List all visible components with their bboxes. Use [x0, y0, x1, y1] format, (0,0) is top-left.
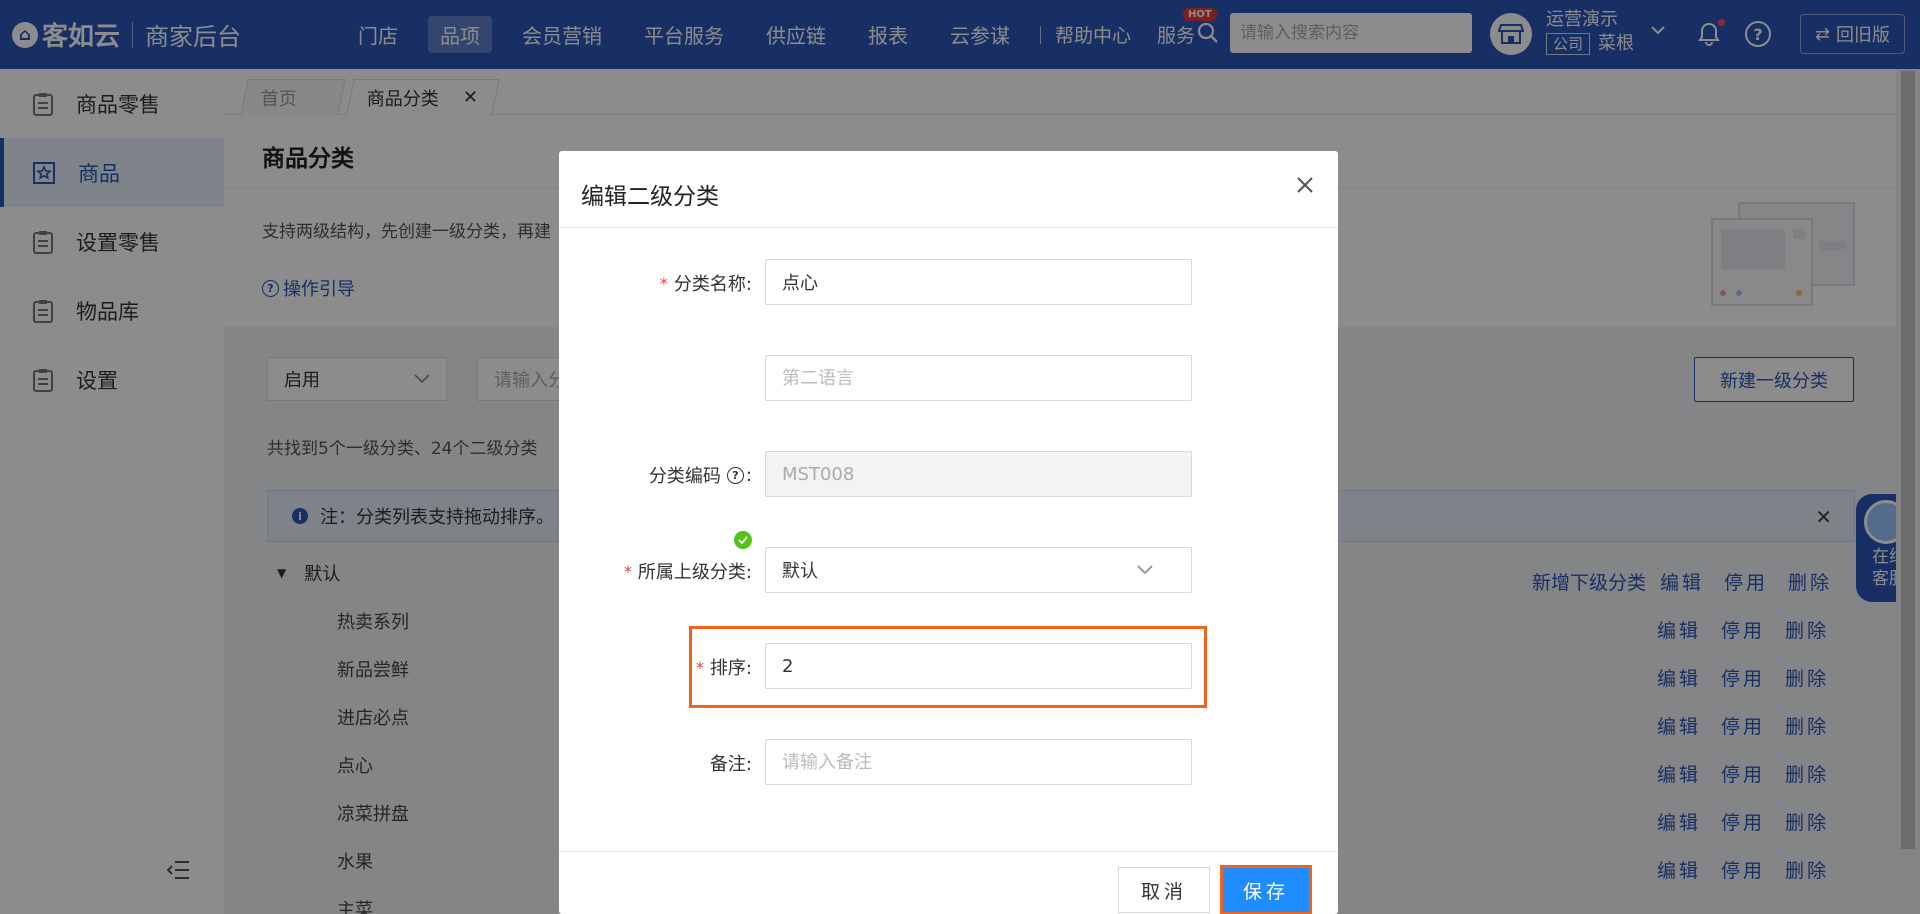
- edit-subcategory-dialog: 编辑二级分类 *分类名称: 分类编码?: *所属上级分类: 默认 *排序: 备注…: [559, 151, 1338, 914]
- parent-category-select[interactable]: 默认: [765, 547, 1192, 593]
- field-label-text: 分类名称:: [673, 274, 752, 295]
- close-icon[interactable]: [1295, 175, 1315, 195]
- second-language-input[interactable]: [765, 355, 1192, 401]
- dialog-title: 编辑二级分类: [581, 184, 719, 210]
- cancel-button[interactable]: 取消: [1118, 867, 1210, 913]
- field-label: 分类编码?:: [649, 462, 752, 488]
- category-name-input[interactable]: [765, 259, 1192, 305]
- parent-category-value: 默认: [782, 561, 818, 582]
- dialog-header-divider: [559, 227, 1338, 228]
- form-row-second-language: [559, 355, 1338, 401]
- highlight-box: [689, 626, 1207, 708]
- check-circle-icon: [734, 531, 752, 549]
- required-mark: *: [623, 561, 632, 581]
- field-label-text: 备注:: [709, 754, 752, 775]
- field-label-text: 所属上级分类:: [637, 562, 752, 583]
- question-circle-icon[interactable]: ?: [726, 466, 744, 484]
- required-mark: *: [659, 273, 668, 293]
- form-row-parent: * 所属上级分类: 默认: [559, 531, 1338, 593]
- dialog-footer-divider: [559, 851, 1338, 852]
- save-button[interactable]: 保存: [1220, 865, 1312, 914]
- category-code-input: [765, 451, 1192, 497]
- form-row-name: * 分类名称:: [559, 259, 1338, 305]
- field-label-text: 分类编码: [648, 466, 721, 487]
- field-label: * 所属上级分类:: [624, 558, 752, 584]
- form-row-remark: 备注:: [559, 739, 1338, 785]
- field-label: 备注:: [710, 750, 752, 776]
- remark-input[interactable]: [765, 739, 1192, 785]
- field-label: * 分类名称:: [660, 270, 752, 296]
- form-row-code: 分类编码?:: [559, 451, 1338, 497]
- chevron-down-icon: [1137, 565, 1153, 575]
